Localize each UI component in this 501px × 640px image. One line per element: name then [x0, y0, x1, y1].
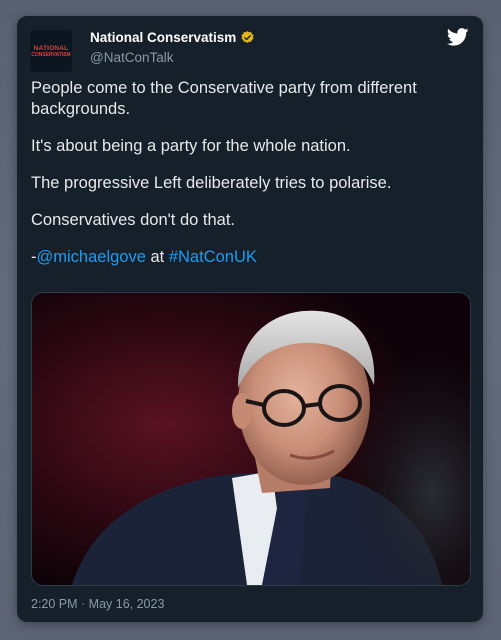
avatar-text-line2: CONSERVATISM [31, 51, 71, 58]
author-name-row: National Conservatism [90, 30, 255, 45]
tweet-paragraph: Conservatives don't do that. [31, 211, 236, 229]
tweet-text: People come to the Conservative party fr… [31, 78, 463, 284]
hashtag-link[interactable]: #NatConUK [169, 248, 257, 266]
tweet-paragraph: The progressive Left deliberately tries … [31, 174, 392, 192]
verified-badge-icon [240, 30, 255, 45]
twitter-bird-icon[interactable] [447, 28, 469, 46]
account-handle[interactable]: @NatConTalk [90, 50, 174, 65]
display-name[interactable]: National Conservatism [90, 30, 236, 45]
tweet-timestamp[interactable]: 2:20 PM · May 16, 2023 [31, 597, 164, 611]
tweet-attribution: -@michaelgove at #NatConUK [31, 247, 463, 268]
mention-link[interactable]: @michaelgove [37, 248, 146, 266]
avatar[interactable]: NATIONAL CONSERVATISM [30, 30, 72, 72]
tweet-paragraph: People come to the Conservative party fr… [31, 79, 417, 118]
avatar-text-line1: NATIONAL [33, 44, 69, 52]
photo-ear [232, 393, 252, 429]
tweet-card: NATIONAL CONSERVATISM National Conservat… [17, 16, 483, 622]
attribution-middle: at [145, 248, 169, 266]
tweet-media-photo[interactable] [31, 292, 471, 586]
tweet-paragraph: It's about being a party for the whole n… [31, 137, 351, 155]
